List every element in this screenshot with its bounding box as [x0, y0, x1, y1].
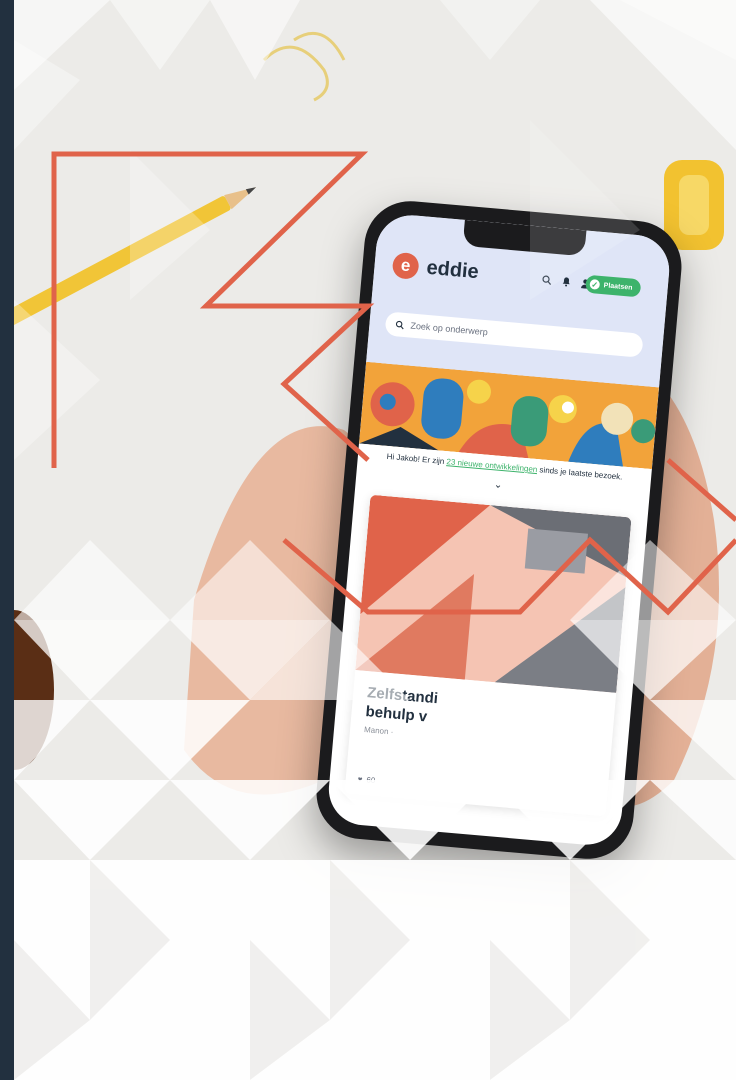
- search-icon[interactable]: [541, 275, 552, 289]
- left-accent-bar: [0, 0, 14, 1080]
- search-icon: [395, 320, 404, 329]
- app-name[interactable]: eddie: [426, 257, 480, 284]
- card-image: [355, 494, 632, 693]
- chevron-down-icon[interactable]: ⌄: [493, 479, 502, 491]
- card-author: Manon ·: [363, 725, 394, 737]
- phone-screen: e eddie ✓ Plaatsen Zoek op onderwerp Hi …: [325, 212, 673, 848]
- heart-icon: ♥: [357, 774, 363, 785]
- greeting-suffix: sinds je laatste bezoek.: [536, 465, 623, 482]
- search-placeholder: Zoek op onderwerp: [410, 320, 489, 338]
- like-count: 60: [366, 775, 376, 786]
- like-counter[interactable]: ♥ 60: [357, 775, 375, 786]
- updates-link[interactable]: 23 nieuwe ontwikkelingen: [446, 457, 538, 474]
- check-icon: ✓: [589, 278, 601, 290]
- binder-clip-illustration: [664, 160, 724, 250]
- hero-image: e eddie ✓ Plaatsen Zoek op onderwerp Hi …: [0, 0, 736, 1080]
- article-card[interactable]: Zelfstandi behulp v Manon · ♥ 60: [344, 494, 632, 817]
- greeting-prefix: Hi Jakob! Er zijn: [386, 451, 447, 467]
- phone-mockup: e eddie ✓ Plaatsen Zoek op onderwerp Hi …: [312, 197, 686, 863]
- post-button-label: Plaatsen: [603, 281, 633, 292]
- bell-icon[interactable]: [561, 277, 571, 291]
